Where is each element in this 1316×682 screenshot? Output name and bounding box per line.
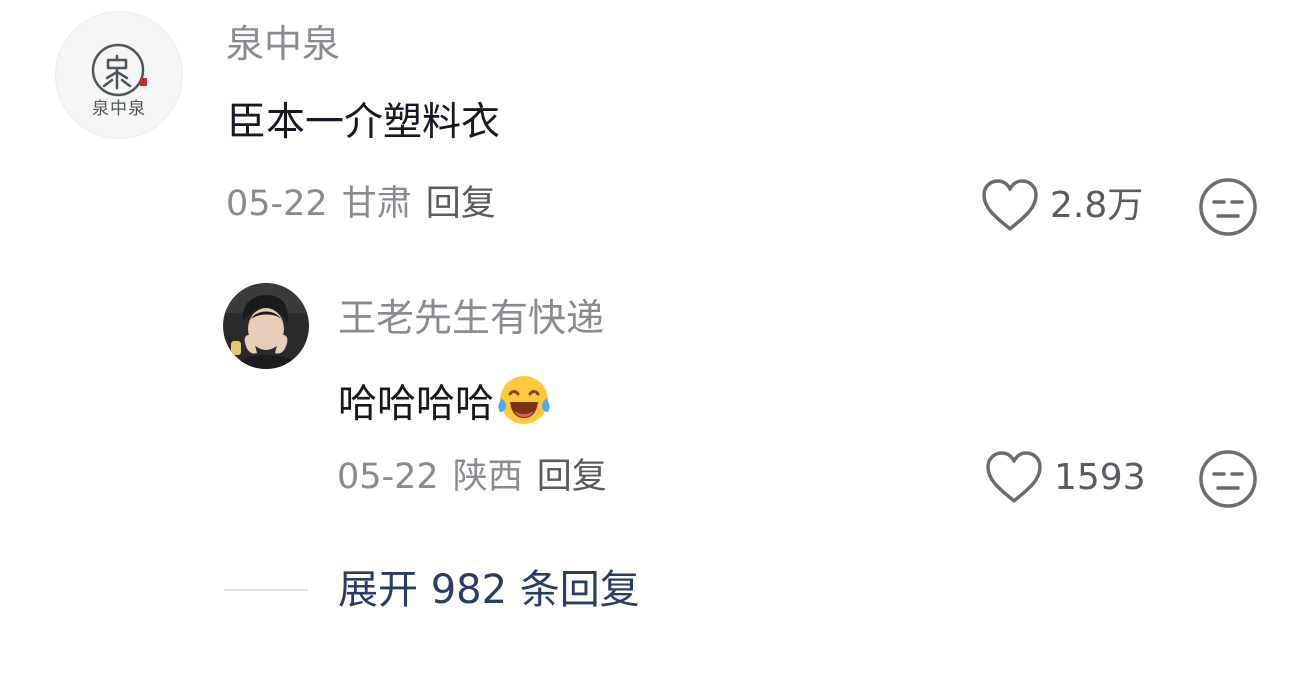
reply-region: 陕西 bbox=[452, 457, 523, 497]
reply-meta: 05-22 陕西 回复 bbox=[337, 456, 607, 498]
replier-username[interactable]: 王老先生有快递 bbox=[338, 296, 604, 340]
like-button[interactable]: 2.8万 bbox=[980, 178, 1143, 234]
commenter-username[interactable]: 泉中泉 bbox=[226, 22, 340, 66]
meh-face-icon bbox=[1199, 450, 1257, 508]
reply-text: 哈哈哈哈 bbox=[338, 374, 552, 437]
meh-face-icon bbox=[1199, 178, 1257, 236]
like-count: 2.8万 bbox=[1050, 185, 1144, 226]
reply-like-button[interactable]: 1593 bbox=[984, 450, 1146, 506]
seal-logo-icon bbox=[91, 43, 147, 97]
reply-dislike-button[interactable] bbox=[1197, 448, 1259, 514]
dislike-button[interactable] bbox=[1197, 176, 1259, 242]
heart-outline-icon bbox=[986, 451, 1042, 503]
comment-region: 甘肃 bbox=[341, 184, 412, 224]
reply-date: 05-22 bbox=[337, 457, 439, 497]
laughing-tears-emoji-icon bbox=[496, 374, 552, 437]
reply-button[interactable]: 回复 bbox=[426, 184, 496, 224]
comment-date: 05-22 bbox=[226, 184, 328, 224]
comment-text: 臣本一介塑料衣 bbox=[227, 100, 501, 145]
avatar-brand-text: 泉中泉 bbox=[92, 99, 146, 119]
expand-divider bbox=[224, 589, 308, 591]
heart-outline-icon bbox=[982, 179, 1038, 231]
replier-avatar[interactable] bbox=[223, 283, 309, 369]
expand-replies-button[interactable]: 展开 982 条回复 bbox=[338, 566, 640, 614]
reply-to-reply-button[interactable]: 回复 bbox=[537, 457, 607, 497]
commenter-avatar[interactable]: 泉中泉 bbox=[55, 11, 183, 139]
portrait-photo bbox=[223, 283, 309, 369]
reply-text-content: 哈哈哈哈 bbox=[338, 382, 495, 427]
comment-meta: 05-22 甘肃 回复 bbox=[226, 183, 496, 225]
reply-like-count: 1593 bbox=[1054, 457, 1146, 498]
